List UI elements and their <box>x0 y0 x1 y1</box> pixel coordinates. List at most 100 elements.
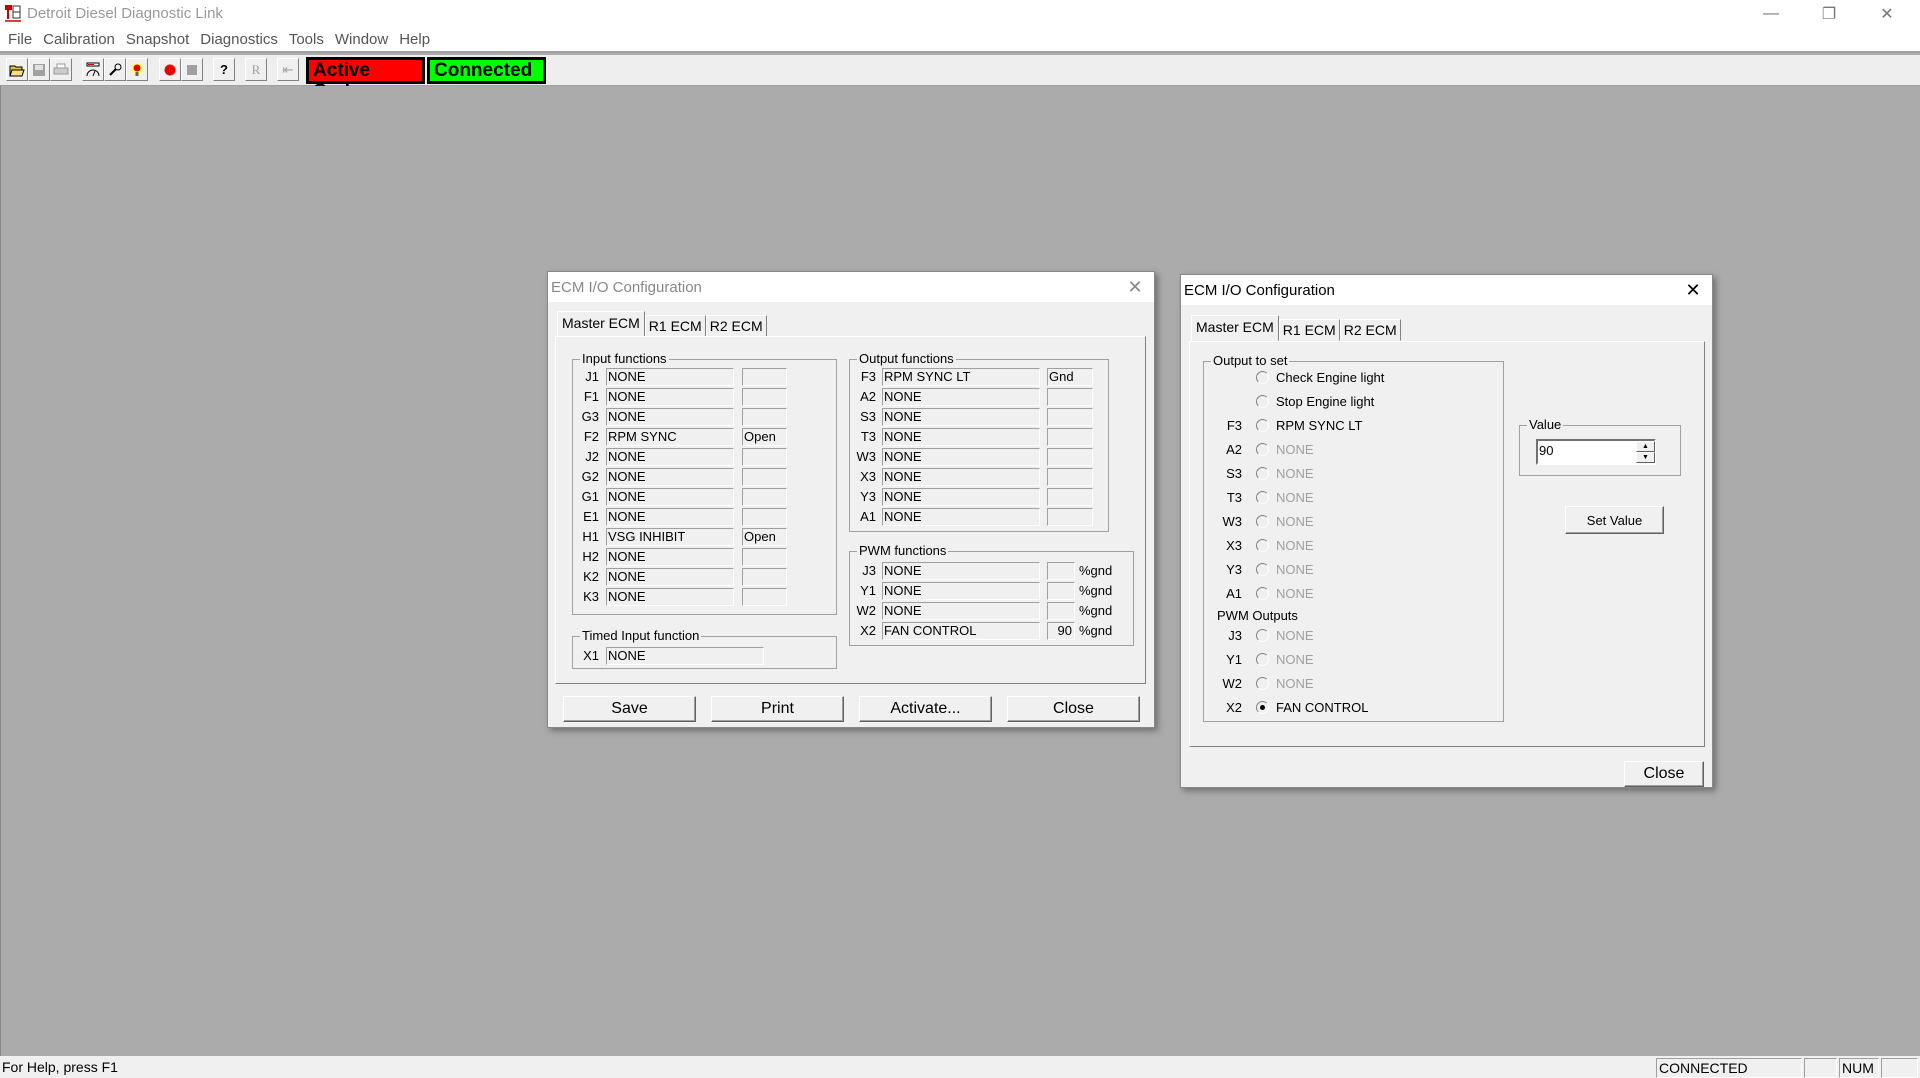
state-field <box>742 588 787 606</box>
menu-calibration[interactable]: Calibration <box>38 31 121 48</box>
input-function-row: G2 NONE <box>573 468 833 486</box>
set-value-button[interactable]: Set Value <box>1565 506 1664 534</box>
save-button[interactable]: Save <box>563 696 696 722</box>
radio-button[interactable] <box>1256 371 1269 384</box>
pin-label: F3 <box>1226 418 1242 433</box>
wrench-button[interactable] <box>104 58 126 81</box>
output-function-row: Y3 NONE <box>850 488 1105 506</box>
output-function-row: W3 NONE <box>850 448 1105 466</box>
state-field <box>1047 468 1093 486</box>
reset-button[interactable]: R <box>245 58 267 81</box>
active-code-indicator[interactable]: Active Code <box>306 57 425 102</box>
radio-button <box>1256 491 1269 504</box>
pin-label: X3 <box>860 469 876 484</box>
dialog-close-button[interactable]: ✕ <box>1680 278 1706 302</box>
spin-down-button[interactable]: ▼ <box>1636 452 1655 463</box>
light-bulb-button[interactable] <box>126 58 148 81</box>
close-icon: ✕ <box>1127 276 1143 297</box>
stop-button[interactable] <box>181 58 203 81</box>
menu-window[interactable]: Window <box>330 31 394 48</box>
unit-label: %gnd <box>1079 583 1113 598</box>
help-icon: ? <box>220 62 228 77</box>
record-button[interactable] <box>159 58 181 81</box>
radio-label: Stop Engine light <box>1276 394 1375 409</box>
tab-master-ecm[interactable]: Master ECM <box>557 311 645 337</box>
radio-button[interactable] <box>1256 701 1269 714</box>
input-functions-label: Input functions <box>580 351 669 366</box>
function-field: NONE <box>882 428 1040 446</box>
print-button[interactable] <box>50 58 72 81</box>
gauge-button[interactable] <box>82 58 104 81</box>
state-field: Open <box>742 528 787 546</box>
menu-diagnostics[interactable]: Diagnostics <box>195 31 284 48</box>
close-button[interactable]: Close <box>1007 696 1140 722</box>
tab-r2-ecm[interactable]: R2 ECM <box>1339 319 1401 341</box>
open-button[interactable] <box>6 58 28 81</box>
arrow-up-icon: ▲ <box>1642 443 1649 450</box>
output-to-set-label: Output to set <box>1211 353 1290 368</box>
function-field: NONE <box>882 562 1040 580</box>
input-function-row: J2 NONE <box>573 448 833 466</box>
connection-status-pane: CONNECTED <box>1656 1058 1802 1078</box>
pin-label: A2 <box>1226 442 1242 457</box>
radio-button[interactable] <box>1256 395 1269 408</box>
pin-label: A1 <box>1226 586 1242 601</box>
input-function-row: J1 NONE <box>573 368 833 386</box>
radio-button <box>1256 539 1269 552</box>
output-function-row: S3 NONE <box>850 408 1105 426</box>
help-button[interactable]: ? <box>213 58 235 81</box>
state-field <box>742 408 787 426</box>
pin-label: S3 <box>860 409 876 424</box>
radio-button <box>1256 467 1269 480</box>
pin-label: G2 <box>581 469 599 484</box>
value-field <box>1047 582 1075 600</box>
close-button[interactable]: Close <box>1624 761 1704 787</box>
pin-label: J3 <box>862 563 876 578</box>
menu-file[interactable]: File <box>3 31 38 48</box>
tab-r1-ecm[interactable]: R1 ECM <box>1278 319 1340 341</box>
value-field: 90 <box>1047 622 1075 640</box>
input-function-row: K2 NONE <box>573 568 833 586</box>
state-field <box>742 388 787 406</box>
menu-help[interactable]: Help <box>394 31 436 48</box>
radio-button <box>1256 629 1269 642</box>
state-field <box>1047 428 1093 446</box>
close-window-button[interactable]: ✕ <box>1858 0 1916 28</box>
open-icon <box>9 65 25 76</box>
tab-r2-ecm[interactable]: R2 ECM <box>705 315 767 337</box>
pin-label: T3 <box>860 429 876 444</box>
activate-button[interactable]: Activate... <box>859 696 992 722</box>
dialog-title-bar[interactable]: ECM I/O Configuration ✕ <box>548 272 1154 302</box>
save-button[interactable] <box>28 58 50 81</box>
dialog-close-button[interactable]: ✕ <box>1122 275 1148 299</box>
radio-label: NONE <box>1276 490 1314 505</box>
exit-button[interactable]: ⇤ <box>277 58 299 81</box>
state-field <box>1047 488 1093 506</box>
spin-up-button[interactable]: ▲ <box>1636 441 1655 452</box>
menu-snapshot[interactable]: Snapshot <box>121 31 195 48</box>
pin-label: X3 <box>1226 538 1242 553</box>
menu-tools[interactable]: Tools <box>284 31 330 48</box>
output-function-row: X3 NONE <box>850 468 1105 486</box>
function-field: NONE <box>606 468 734 486</box>
state-field <box>1047 508 1093 526</box>
minimize-button[interactable]: — <box>1742 0 1800 28</box>
function-field: RPM SYNC <box>606 428 734 446</box>
input-function-row: H2 NONE <box>573 548 833 566</box>
tab-master-ecm[interactable]: Master ECM <box>1191 315 1279 341</box>
ecm-io-config-dialog-1: ECM I/O Configuration ✕ Master ECM R1 EC… <box>547 271 1155 728</box>
unit-label: %gnd <box>1079 623 1113 638</box>
output-radio-row: S3 NONE <box>1204 464 1494 484</box>
radio-button[interactable] <box>1256 419 1269 432</box>
help-status-text: For Help, press F1 <box>2 1059 118 1075</box>
input-function-row: E1 NONE <box>573 508 833 526</box>
print-button[interactable]: Print <box>711 696 844 722</box>
pin-label: X1 <box>583 648 599 663</box>
function-field: NONE <box>606 368 734 386</box>
minimize-icon: — <box>1763 5 1779 22</box>
restore-button[interactable]: ❐ <box>1800 0 1858 28</box>
radio-label: NONE <box>1276 562 1314 577</box>
dialog-title-bar[interactable]: ECM I/O Configuration ✕ <box>1181 275 1712 305</box>
tab-r1-ecm[interactable]: R1 ECM <box>644 315 706 337</box>
radio-label: NONE <box>1276 586 1314 601</box>
